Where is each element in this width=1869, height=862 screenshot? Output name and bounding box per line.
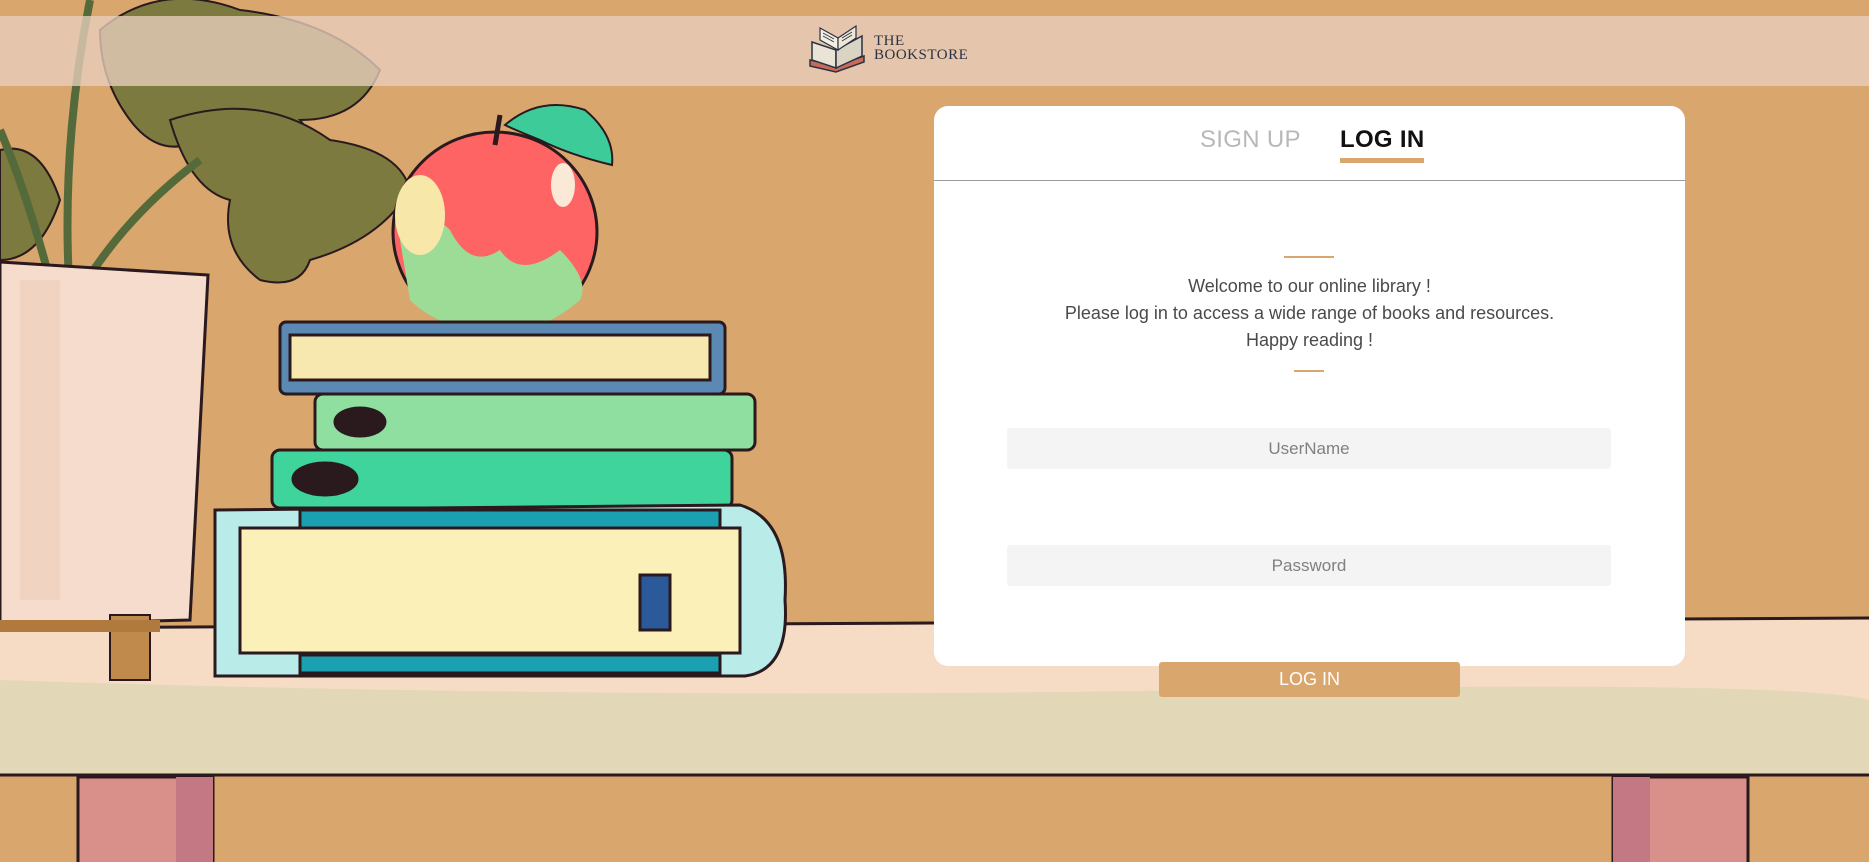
tab-log-in[interactable]: LOG IN (1340, 126, 1425, 163)
auth-tabs: SIGN UP LOG IN (934, 106, 1685, 181)
open-book-icon (809, 24, 865, 73)
logo-line-2: BOOKSTORE (874, 47, 969, 63)
site-logo[interactable]: THE BOOKSTORE (806, 22, 968, 74)
password-input[interactable] (1007, 545, 1611, 586)
logo-text: THE BOOKSTORE (874, 33, 969, 63)
page: THE BOOKSTORE SIGN UP LOG IN Welcome to … (0, 0, 1869, 862)
username-input[interactable] (1007, 428, 1611, 469)
accent-divider-top (1284, 256, 1334, 258)
welcome-message-line-2: Please log in to access a wide range of … (1064, 303, 1555, 323)
welcome-message-line-1: Welcome to our online library ! (1188, 276, 1431, 296)
accent-divider-bottom (1294, 370, 1324, 372)
tab-sign-up[interactable]: SIGN UP (1200, 126, 1301, 154)
welcome-message-line-3: Happy reading ! (1245, 330, 1374, 350)
book-stack-illustration (213, 320, 787, 678)
auth-card: SIGN UP LOG IN Welcome to our online lib… (934, 106, 1685, 666)
log-in-button[interactable]: LOG IN (1159, 662, 1460, 697)
logo-line-1: THE (874, 33, 905, 49)
